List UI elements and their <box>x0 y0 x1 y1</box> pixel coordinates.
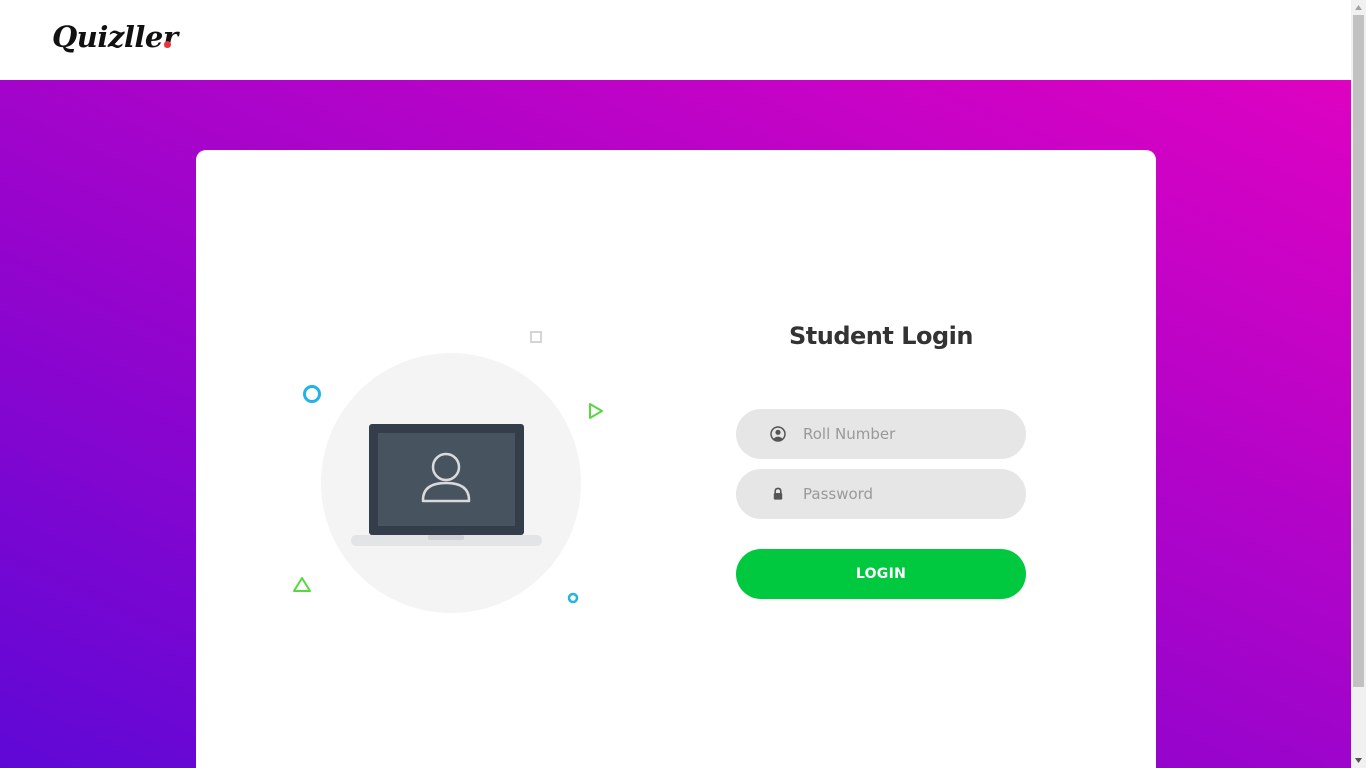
vertical-scrollbar[interactable] <box>1351 0 1366 768</box>
caret-up-icon <box>1355 5 1362 10</box>
brand-logo[interactable]: Quizller <box>52 20 178 54</box>
decor-circle-large <box>303 385 321 403</box>
lock-icon <box>773 487 783 500</box>
password-field <box>736 469 1026 519</box>
top-navbar: Quizller <box>0 0 1351 80</box>
login-button[interactable]: LOGIN <box>736 549 1026 599</box>
login-illustration <box>280 320 620 630</box>
caret-down-icon <box>1355 758 1362 763</box>
decor-up-triangle <box>293 577 311 592</box>
password-input[interactable] <box>803 469 1013 519</box>
roll-number-input[interactable] <box>803 409 1013 459</box>
laptop-user-icon <box>293 331 603 613</box>
login-title: Student Login <box>789 322 974 350</box>
roll-number-field <box>736 409 1026 459</box>
laptop-notch <box>428 535 464 540</box>
scroll-thumb[interactable] <box>1353 15 1364 687</box>
scroll-up-arrow[interactable] <box>1351 0 1366 15</box>
scroll-down-arrow[interactable] <box>1351 753 1366 768</box>
brand-dot <box>164 41 171 48</box>
page: Quizller Student Login Roll Number LOGIN <box>0 0 1351 768</box>
decor-play-triangle <box>589 403 603 419</box>
user-circle-icon <box>770 426 786 442</box>
decor-circle-small <box>567 592 579 604</box>
decor-square <box>530 331 542 343</box>
